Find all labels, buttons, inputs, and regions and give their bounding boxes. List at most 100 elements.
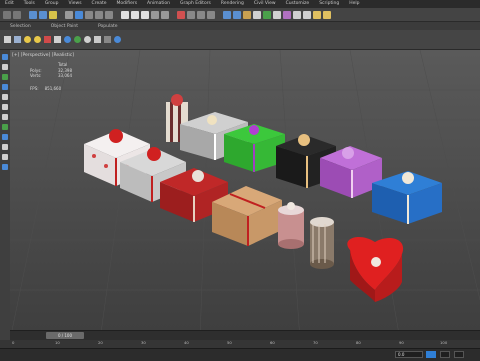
rectangular-selection-icon[interactable] bbox=[95, 10, 103, 19]
zoom-icon[interactable] bbox=[2, 144, 8, 150]
curve-editor-icon[interactable] bbox=[263, 10, 271, 19]
set-key-button[interactable] bbox=[440, 351, 450, 358]
tick-label: 10 bbox=[55, 340, 60, 345]
mirror-icon[interactable] bbox=[223, 10, 231, 19]
menu-graph-editors[interactable]: Graph Editors bbox=[175, 0, 216, 8]
redo-icon[interactable] bbox=[13, 10, 21, 19]
menu-modifiers[interactable]: Modifiers bbox=[112, 0, 143, 8]
orbit-icon[interactable] bbox=[2, 134, 8, 140]
motion-icon[interactable] bbox=[64, 36, 71, 43]
select-tool-icon[interactable] bbox=[2, 54, 8, 60]
selection-filter-icon[interactable] bbox=[65, 10, 73, 19]
menu-help[interactable]: Help bbox=[344, 0, 364, 8]
modify-icon[interactable] bbox=[14, 36, 21, 43]
utilities-icon[interactable] bbox=[84, 36, 91, 43]
hierarchy-icon[interactable] bbox=[54, 36, 61, 43]
tick-label: 50 bbox=[227, 340, 232, 345]
field-of-view-icon[interactable] bbox=[2, 154, 8, 160]
camera-icon[interactable] bbox=[34, 36, 41, 43]
perspective-viewport[interactable] bbox=[10, 50, 480, 340]
tab-populate[interactable]: Populate bbox=[88, 24, 128, 29]
reference-coordinate-icon[interactable] bbox=[151, 10, 159, 19]
render-setup-icon[interactable] bbox=[293, 10, 301, 19]
menu-civil-view[interactable]: Civil View bbox=[249, 0, 281, 8]
text-tool-icon[interactable] bbox=[2, 104, 8, 110]
tick-label: 80 bbox=[356, 340, 361, 345]
fps-key: FPS: bbox=[30, 86, 39, 91]
main-toolbar bbox=[0, 8, 480, 22]
menu-scripting[interactable]: Scripting bbox=[314, 0, 344, 8]
tick-label: 40 bbox=[184, 340, 189, 345]
window-crossing-icon[interactable] bbox=[105, 10, 113, 19]
menu-customize[interactable]: Customize bbox=[281, 0, 315, 8]
auto-key-button[interactable] bbox=[426, 351, 436, 358]
tick-label: 20 bbox=[98, 340, 103, 345]
scale-icon[interactable] bbox=[141, 10, 149, 19]
walk-icon[interactable] bbox=[2, 114, 8, 120]
menu-rendering[interactable]: Rendering bbox=[216, 0, 249, 8]
helper-icon[interactable] bbox=[44, 36, 51, 43]
stats-key: Verts: bbox=[30, 73, 42, 78]
align-icon[interactable] bbox=[233, 10, 241, 19]
schematic-view-icon[interactable] bbox=[273, 10, 281, 19]
move-tool-icon[interactable] bbox=[2, 64, 8, 70]
time-slider[interactable]: 0 / 100 bbox=[46, 332, 84, 339]
spinner-snap-icon[interactable] bbox=[207, 10, 215, 19]
menu-animation[interactable]: Animation bbox=[142, 0, 175, 8]
angle-snap-icon[interactable] bbox=[187, 10, 195, 19]
percent-snap-icon[interactable] bbox=[197, 10, 205, 19]
menu-tools[interactable]: Tools bbox=[19, 0, 40, 8]
undo-icon[interactable] bbox=[3, 10, 11, 19]
rendered-frame-window-icon[interactable] bbox=[303, 10, 311, 19]
tab-selection[interactable]: Selection bbox=[0, 24, 41, 29]
viewport-label[interactable]: [+] [Perspective] [Realistic] bbox=[12, 53, 74, 58]
cylinder-gift-brown[interactable] bbox=[310, 217, 334, 269]
maximize-viewport-icon[interactable] bbox=[2, 164, 8, 170]
timeline-ruler: 0 10 20 30 40 50 60 70 80 90 100 bbox=[0, 340, 480, 348]
object-paint-icon[interactable] bbox=[114, 36, 121, 43]
move-icon[interactable] bbox=[121, 10, 129, 19]
snap-toggle-icon[interactable] bbox=[177, 10, 185, 19]
select-link-icon[interactable] bbox=[29, 10, 37, 19]
tick-label: 90 bbox=[399, 340, 404, 345]
place-tool-icon[interactable] bbox=[2, 94, 8, 100]
stats-row: Verts: 33,064 bbox=[30, 73, 72, 79]
unlink-icon[interactable] bbox=[39, 10, 47, 19]
fps-value: 851,660 bbox=[44, 86, 62, 91]
pan-icon[interactable] bbox=[2, 124, 8, 130]
menu-create[interactable]: Create bbox=[87, 0, 112, 8]
key-filters-button[interactable] bbox=[454, 351, 464, 358]
menu-views[interactable]: Views bbox=[64, 0, 87, 8]
display-icon[interactable] bbox=[74, 36, 81, 43]
select-by-name-icon[interactable] bbox=[85, 10, 93, 19]
viewport-scene bbox=[10, 50, 480, 340]
render-production-icon[interactable] bbox=[313, 10, 321, 19]
scale-tool-icon[interactable] bbox=[2, 84, 8, 90]
green-gift[interactable] bbox=[224, 124, 285, 172]
paint-deform-icon[interactable] bbox=[94, 36, 101, 43]
rotate-icon[interactable] bbox=[131, 10, 139, 19]
stats-overlay: Total Polys: 32,398 Verts: 33,064 bbox=[30, 62, 72, 79]
tick-label: 30 bbox=[141, 340, 146, 345]
select-object-icon[interactable] bbox=[75, 10, 83, 19]
pivot-point-icon[interactable] bbox=[161, 10, 169, 19]
tab-object-paint[interactable]: Object Paint bbox=[41, 24, 88, 29]
blue-gift[interactable] bbox=[372, 171, 442, 224]
red-heart-gift[interactable] bbox=[347, 236, 404, 302]
graphite-ribbon-icon[interactable] bbox=[253, 10, 261, 19]
layer-manager-icon[interactable] bbox=[243, 10, 251, 19]
menu-edit[interactable]: Edit bbox=[0, 0, 19, 8]
create-icon[interactable] bbox=[4, 36, 11, 43]
tick-label: 60 bbox=[270, 340, 275, 345]
populate-icon[interactable] bbox=[104, 36, 111, 43]
render-iterative-icon[interactable] bbox=[323, 10, 331, 19]
material-editor-icon[interactable] bbox=[283, 10, 291, 19]
light-icon[interactable] bbox=[24, 36, 31, 43]
rotate-tool-icon[interactable] bbox=[2, 74, 8, 80]
fps-readout: FPS: 851,660 bbox=[30, 86, 61, 91]
cylinder-gift-pink[interactable] bbox=[278, 202, 304, 249]
stats-value: 33,064 bbox=[58, 73, 72, 78]
bind-spacewarp-icon[interactable] bbox=[49, 10, 57, 19]
menu-group[interactable]: Group bbox=[40, 0, 64, 8]
coordinate-field[interactable]: 0.0 bbox=[395, 351, 423, 358]
